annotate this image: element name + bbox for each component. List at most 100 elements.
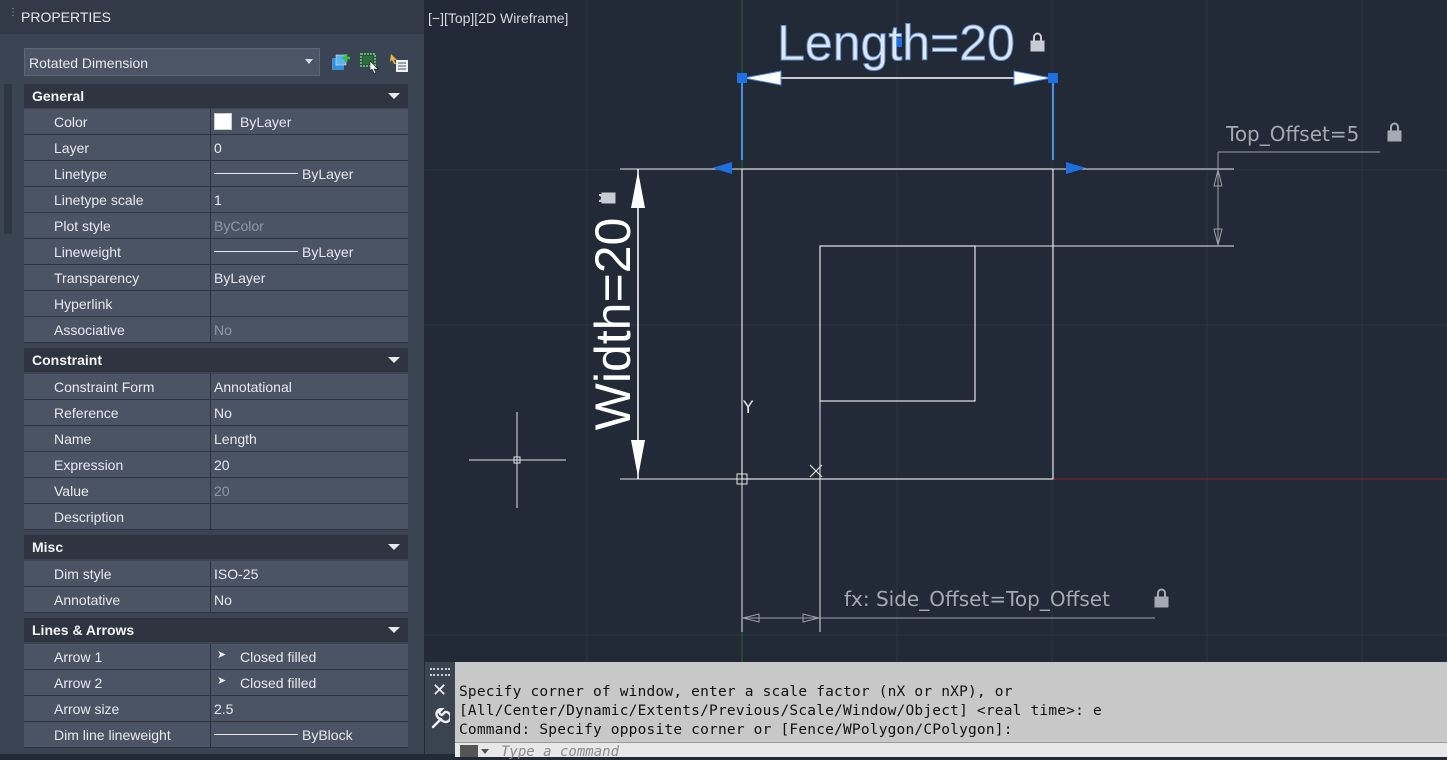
quick-select-icon[interactable] xyxy=(330,52,352,74)
property-label: Hyperlink xyxy=(54,296,113,312)
select-objects-icon[interactable] xyxy=(359,52,381,74)
color-swatch xyxy=(214,113,232,130)
property-row-value[interactable]: Value 20 xyxy=(24,478,408,504)
property-value: ByLayer xyxy=(302,244,354,260)
top-offset-label[interactable]: Top_Offset=5 xyxy=(1225,122,1359,146)
property-label: Arrow size xyxy=(54,701,120,717)
property-value: ByLayer xyxy=(214,270,266,286)
length-arrow-right xyxy=(1013,70,1052,86)
property-value: ByLayer xyxy=(240,114,292,130)
property-row-expression[interactable]: Expression 20 xyxy=(24,452,408,478)
property-value: 2.5 xyxy=(214,701,234,717)
viewport-controls-label[interactable]: [−][Top][2D Wireframe] xyxy=(428,10,568,26)
lock-icon xyxy=(598,192,616,204)
property-row-constraint-form[interactable]: Constraint Form Annotational xyxy=(24,374,408,400)
property-row-color[interactable]: Color ByLayer xyxy=(24,109,408,135)
collapse-arrow-icon[interactable] xyxy=(388,544,400,550)
property-row-dim-style[interactable]: Dim style ISO-25 xyxy=(24,561,408,587)
property-label: Arrow 2 xyxy=(54,675,103,691)
drawing-viewport[interactable]: Length=20 Width=20 Top_Offset=5 fx: Side… xyxy=(425,0,1447,662)
property-row-hyperlink[interactable]: Hyperlink xyxy=(24,291,408,317)
section-constraint[interactable]: Constraint xyxy=(24,348,408,372)
property-value: No xyxy=(214,592,232,608)
wrench-icon[interactable] xyxy=(430,707,452,730)
property-row-arrow-1[interactable]: Arrow 1 ➤ Closed filled xyxy=(24,644,408,670)
property-value: ByBlock xyxy=(302,727,353,743)
collapse-arrow-icon[interactable] xyxy=(388,627,400,633)
command-input[interactable]: Type a command xyxy=(455,742,1447,760)
property-label: Arrow 1 xyxy=(54,649,103,665)
command-line-window: ✕ Specify corner of window, enter a scal… xyxy=(425,662,1447,760)
section-lines-arrows[interactable]: Lines & Arrows xyxy=(24,618,408,642)
section-constraint-label: Constraint xyxy=(32,352,102,368)
palette-title-bar[interactable]: ⋮ PROPERTIES xyxy=(0,0,424,34)
property-label: Value xyxy=(54,483,89,499)
grip-left[interactable] xyxy=(737,73,747,83)
width-label[interactable]: Width=20 xyxy=(585,218,641,431)
linetype-sample xyxy=(214,173,298,174)
property-row-associative[interactable]: Associative No xyxy=(24,317,408,343)
object-type-dropdown[interactable]: Rotated Dimension xyxy=(24,48,320,76)
property-value: Closed filled xyxy=(240,675,317,691)
grip-icon[interactable]: ⋮ xyxy=(8,8,18,24)
property-label: Dim line lineweight xyxy=(54,727,171,743)
property-label: Transparency xyxy=(54,270,140,286)
grip-arrow-right[interactable] xyxy=(1066,162,1086,174)
property-label: Reference xyxy=(54,405,119,421)
property-value: 20 xyxy=(214,483,230,499)
property-label: Expression xyxy=(54,457,124,473)
property-row-lineweight[interactable]: Lineweight ByLayer xyxy=(24,239,408,265)
property-label: Name xyxy=(54,431,92,447)
property-value: ISO-25 xyxy=(214,566,259,582)
property-value: 0 xyxy=(214,140,222,156)
property-row-transparency[interactable]: Transparency ByLayer xyxy=(24,265,408,291)
property-label: Layer xyxy=(54,140,90,156)
section-general[interactable]: General xyxy=(24,84,408,108)
toggle-pickadd-icon[interactable] xyxy=(388,52,410,74)
grip-right[interactable] xyxy=(1048,73,1058,83)
property-value: 1 xyxy=(214,192,222,208)
section-misc[interactable]: Misc xyxy=(24,535,408,559)
property-row-linetype[interactable]: Linetype ByLayer xyxy=(24,161,408,187)
property-value: No xyxy=(214,322,232,338)
property-row-arrow-size[interactable]: Arrow size 2.5 xyxy=(24,696,408,722)
chevron-down-icon[interactable] xyxy=(481,749,489,754)
length-label[interactable]: Length=20 xyxy=(777,15,1016,72)
property-label: Constraint Form xyxy=(54,379,155,395)
property-row-description[interactable]: Description xyxy=(24,504,408,530)
property-row-dim-line-lineweight[interactable]: Dim line lineweight ByBlock xyxy=(24,722,408,748)
property-row-reference[interactable]: Reference No xyxy=(24,400,408,426)
command-line-sidebar: ✕ xyxy=(425,662,455,754)
chevron-down-icon xyxy=(305,59,313,64)
property-value: Length xyxy=(214,431,257,447)
property-value: No xyxy=(214,405,232,421)
ucs-y-label: Y xyxy=(742,398,754,418)
property-row-plot-style[interactable]: Plot style ByColor xyxy=(24,213,408,239)
command-history-line: [All/Center/Dynamic/Extents/Previous/Sca… xyxy=(459,703,1102,719)
side-offset-label[interactable]: fx: Side_Offset=Top_Offset xyxy=(844,587,1110,611)
drag-handle-icon[interactable] xyxy=(430,668,450,676)
close-icon[interactable]: ✕ xyxy=(432,681,447,699)
palette-scrollbar[interactable] xyxy=(4,84,12,234)
property-row-layer[interactable]: Layer 0 xyxy=(24,135,408,161)
object-type-value: Rotated Dimension xyxy=(29,55,149,71)
lineweight-sample xyxy=(214,734,298,735)
property-label: Dim style xyxy=(54,566,112,582)
command-prompt-icon[interactable] xyxy=(460,745,478,757)
property-label: Annotative xyxy=(54,592,121,608)
property-value: Annotational xyxy=(214,379,292,395)
collapse-arrow-icon[interactable] xyxy=(388,357,400,363)
drawing-canvas[interactable]: Length=20 Width=20 Top_Offset=5 fx: Side… xyxy=(425,0,1447,662)
property-row-name[interactable]: Name Length xyxy=(24,426,408,452)
command-history-line: Specify corner of window, enter a scale … xyxy=(459,684,1013,700)
collapse-arrow-icon[interactable] xyxy=(388,93,400,99)
property-row-linetype-scale[interactable]: Linetype scale 1 xyxy=(24,187,408,213)
property-row-arrow-2[interactable]: Arrow 2 ➤ Closed filled xyxy=(24,670,408,696)
property-label: Description xyxy=(54,509,125,525)
property-label: Color xyxy=(54,114,88,130)
property-label: Lineweight xyxy=(54,244,121,260)
width-arrow-top xyxy=(631,171,645,208)
properties-palette: ⋮ PROPERTIES Rotated Dimension General C… xyxy=(0,0,424,754)
grip-arrow-left[interactable] xyxy=(712,162,732,174)
property-row-annotative[interactable]: Annotative No xyxy=(24,587,408,613)
